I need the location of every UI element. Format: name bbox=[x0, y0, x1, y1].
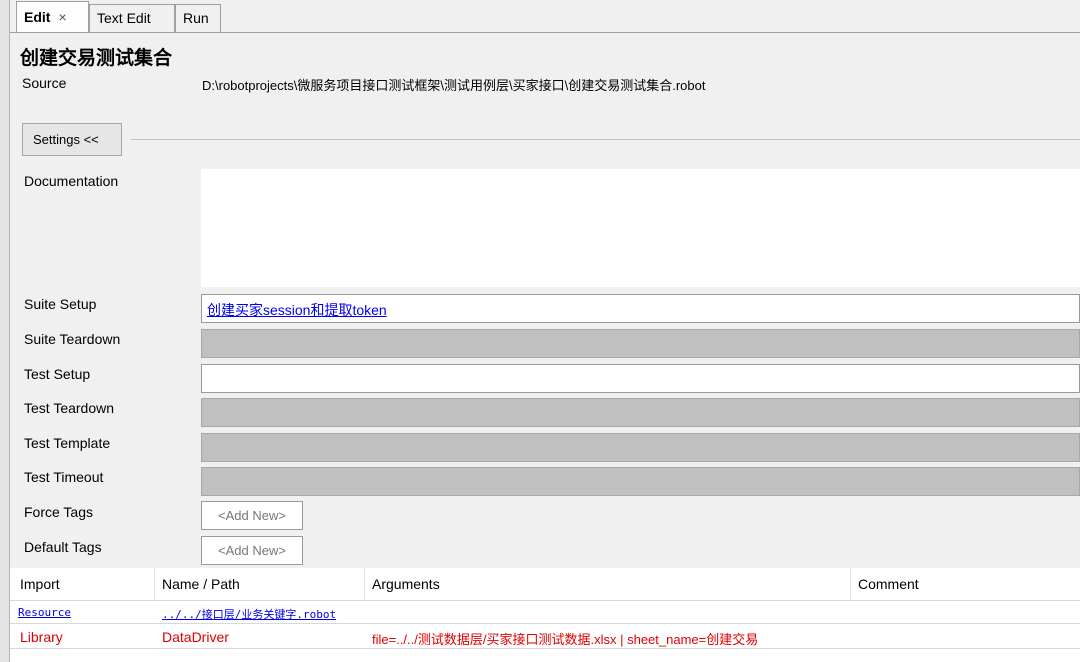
test-timeout-field[interactable] bbox=[201, 467, 1080, 496]
test-timeout-label: Test Timeout bbox=[24, 469, 104, 485]
arguments-column-header[interactable]: Arguments bbox=[372, 576, 440, 592]
left-splitter[interactable] bbox=[0, 0, 10, 662]
comment-column-header[interactable]: Comment bbox=[858, 576, 919, 592]
source-label: Source bbox=[22, 75, 67, 91]
suite-title: 创建交易测试集合 bbox=[20, 48, 173, 69]
test-template-label: Test Template bbox=[24, 435, 111, 451]
test-template-field[interactable] bbox=[201, 433, 1080, 462]
tab-run-label: Run bbox=[183, 10, 209, 26]
settings-divider bbox=[131, 139, 1080, 140]
name-path-column-header[interactable]: Name / Path bbox=[162, 576, 240, 592]
import-path-library[interactable]: DataDriver bbox=[162, 629, 229, 645]
default-tags-label: Default Tags bbox=[24, 539, 102, 555]
tab-close-icon[interactable]: × bbox=[58, 9, 66, 25]
import-type-library[interactable]: Library bbox=[20, 629, 63, 645]
grid-divider bbox=[10, 623, 1080, 624]
test-teardown-field[interactable] bbox=[201, 398, 1080, 427]
suite-teardown-label: Suite Teardown bbox=[24, 331, 121, 347]
suite-setup-keyword-link[interactable]: 创建买家session和提取token bbox=[207, 300, 387, 320]
tab-edit-label: Edit bbox=[24, 9, 51, 25]
grid-divider bbox=[10, 600, 1080, 601]
force-tags-add-new-button[interactable]: <Add New> bbox=[201, 501, 303, 530]
tab-bar-divider bbox=[10, 32, 1080, 33]
force-tags-label: Force Tags bbox=[24, 504, 93, 520]
tab-text-edit-label: Text Edit bbox=[97, 10, 151, 26]
source-path: D:\robotprojects\微服务项目接口测试框架\测试用例层\买家接口\… bbox=[202, 78, 706, 93]
column-separator[interactable] bbox=[154, 568, 155, 600]
test-setup-label: Test Setup bbox=[24, 366, 91, 382]
import-path-resource[interactable]: ../../接口层/业务关键字.robot bbox=[162, 606, 336, 622]
import-args-library[interactable]: file=../../测试数据层/买家接口测试数据.xlsx | sheet_n… bbox=[372, 629, 758, 648]
test-setup-field[interactable] bbox=[201, 364, 1080, 393]
import-type-resource[interactable]: Resource bbox=[18, 606, 71, 619]
suite-teardown-field[interactable] bbox=[201, 329, 1080, 358]
suite-setup-field[interactable]: 创建买家session和提取token bbox=[201, 294, 1080, 323]
tab-text-edit[interactable]: Text Edit bbox=[89, 4, 175, 32]
grid-divider bbox=[10, 648, 1080, 649]
documentation-label: Documentation bbox=[24, 173, 119, 189]
test-teardown-label: Test Teardown bbox=[24, 400, 115, 416]
default-tags-add-new-button[interactable]: <Add New> bbox=[201, 536, 303, 565]
column-separator[interactable] bbox=[850, 568, 851, 600]
tab-run[interactable]: Run bbox=[175, 4, 221, 32]
column-separator[interactable] bbox=[364, 568, 365, 600]
editor-tab-bar: Edit × Text Edit Run bbox=[10, 0, 1080, 33]
suite-setup-label: Suite Setup bbox=[24, 296, 97, 312]
import-column-header[interactable]: Import bbox=[20, 576, 60, 592]
settings-toggle-button[interactable]: Settings << bbox=[22, 123, 122, 156]
documentation-editor[interactable] bbox=[201, 169, 1080, 287]
tab-edit[interactable]: Edit × bbox=[16, 1, 89, 33]
